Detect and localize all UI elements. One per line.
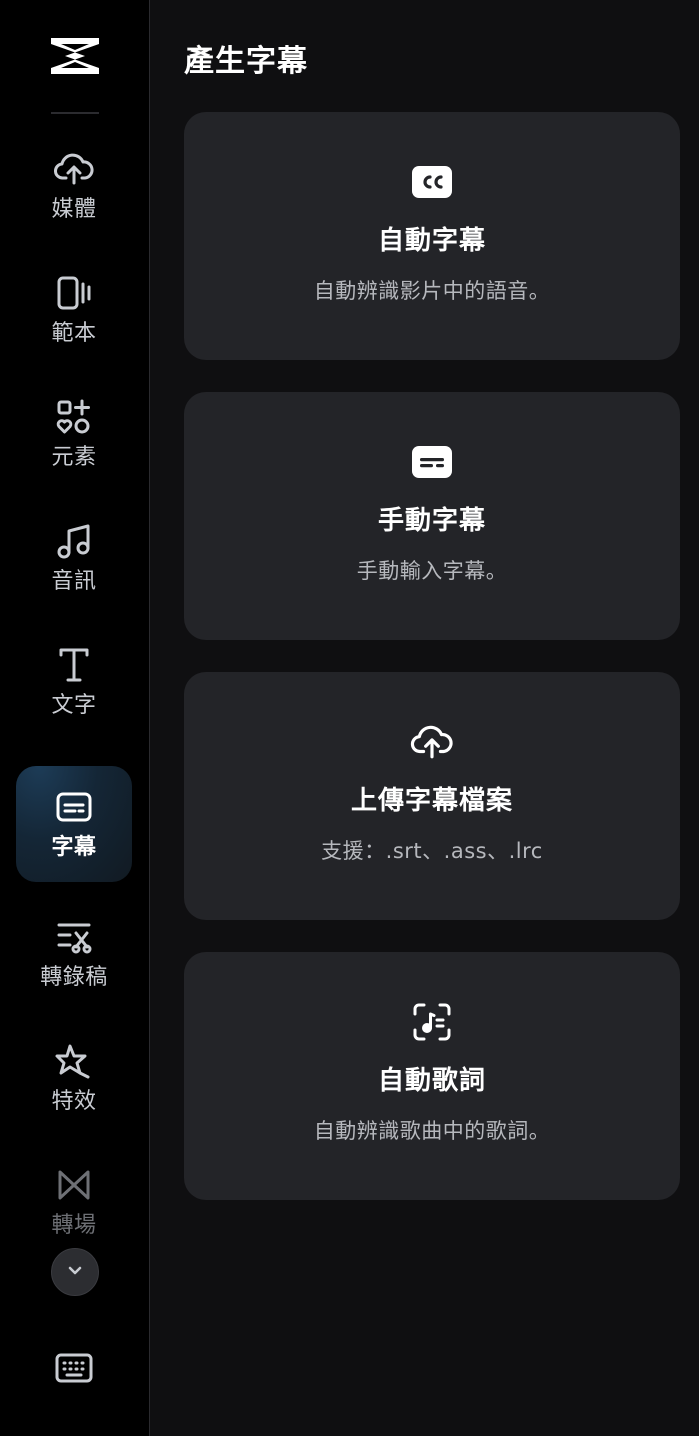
sidebar-item-audio[interactable]: 音訊 — [16, 500, 132, 616]
card-description: 支援：.srt、.ass、.lrc — [321, 839, 543, 863]
sidebar-item-label: 特效 — [51, 1089, 97, 1114]
card-description: 自動辨識影片中的語音。 — [313, 279, 551, 303]
card-description: 自動辨識歌曲中的歌詞。 — [313, 1119, 551, 1143]
sidebar-item-transitions[interactable]: 轉場 — [16, 1144, 132, 1260]
effects-star-icon — [54, 1041, 94, 1081]
sidebar: 媒體 範本 元素 音訊 文字 字幕 轉錄稿 特效 轉場 — [0, 0, 150, 1436]
keyboard-shortcuts-button[interactable] — [52, 1350, 96, 1390]
transcript-icon — [54, 917, 94, 957]
sidebar-item-effects[interactable]: 特效 — [16, 1020, 132, 1136]
subtitles-icon — [54, 787, 94, 827]
upload-captions-card[interactable]: 上傳字幕檔案 支援：.srt、.ass、.lrc — [184, 672, 680, 920]
sidebar-item-media[interactable]: 媒體 — [16, 128, 132, 244]
template-icon — [54, 273, 94, 313]
elements-icon — [54, 397, 94, 437]
transition-icon — [54, 1165, 94, 1205]
sidebar-item-text[interactable]: 文字 — [16, 624, 132, 740]
sidebar-item-templates[interactable]: 範本 — [16, 252, 132, 368]
auto-lyrics-card[interactable]: 自動歌詞 自動辨識歌曲中的歌詞。 — [184, 952, 680, 1200]
sidebar-item-captions[interactable]: 字幕 — [16, 766, 132, 882]
keyboard-icon — [54, 1352, 94, 1388]
sidebar-item-label: 文字 — [51, 693, 97, 718]
lyrics-scan-icon — [410, 1000, 454, 1044]
sidebar-item-label: 音訊 — [51, 569, 97, 594]
card-title: 上傳字幕檔案 — [350, 786, 513, 816]
sidebar-item-transcript[interactable]: 轉錄稿 — [16, 896, 132, 1012]
sidebar-item-label: 字幕 — [51, 835, 97, 860]
sidebar-item-label: 轉錄稿 — [40, 965, 108, 990]
cc-icon — [410, 160, 454, 204]
sidebar-item-label: 元素 — [51, 445, 97, 470]
chevron-down-icon — [65, 1260, 85, 1284]
card-title: 手動字幕 — [377, 506, 486, 536]
auto-captions-card[interactable]: 自動字幕 自動辨識影片中的語音。 — [184, 112, 680, 360]
sidebar-item-elements[interactable]: 元素 — [16, 376, 132, 492]
more-button[interactable] — [51, 1248, 99, 1296]
card-description: 手動輸入字幕。 — [356, 559, 508, 583]
sidebar-item-label: 媒體 — [51, 197, 97, 222]
sidebar-divider — [51, 112, 99, 114]
card-title: 自動字幕 — [377, 226, 486, 256]
cloud-upload-icon — [410, 720, 454, 764]
manual-captions-card[interactable]: 手動字幕 手動輸入字幕。 — [184, 392, 680, 640]
text-icon — [54, 645, 94, 685]
cloud-upload-icon — [54, 149, 94, 189]
sidebar-item-label: 轉場 — [51, 1213, 97, 1238]
card-title: 自動歌詞 — [377, 1066, 486, 1096]
page-title: 產生字幕 — [184, 44, 308, 79]
capcut-logo-icon[interactable] — [49, 36, 101, 76]
subtitle-box-icon — [410, 440, 454, 484]
music-note-icon — [54, 521, 94, 561]
sidebar-item-label: 範本 — [51, 321, 97, 346]
